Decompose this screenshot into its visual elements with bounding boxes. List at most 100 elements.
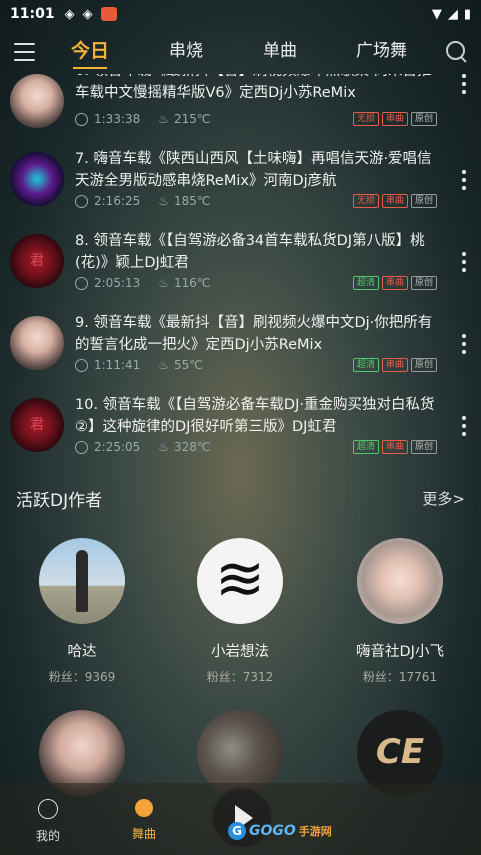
avatar: [357, 538, 443, 624]
song-cover: [10, 152, 64, 206]
avatar: [39, 538, 125, 624]
song-item-10[interactable]: 10. 领音车载《【自驾游必备车载DJ·重金购买独对白私货②】这种旋律的DJ很好…: [0, 388, 481, 464]
avatar: [197, 538, 283, 624]
song-title: 7. 嗨音车载《陕西山西风【土味嗨】再唱信天游·爱唱信天游全男版动感串烧ReMi…: [75, 151, 432, 189]
dj-card-xiaofei[interactable]: 嗨音社DJ小飞 粉丝：17761: [345, 538, 455, 685]
tab-square-dance[interactable]: 广场舞: [356, 36, 446, 69]
status-time: 11:01: [10, 6, 55, 22]
bottom-nav-mine[interactable]: 我的: [18, 799, 78, 844]
badge-original: 原创: [410, 112, 437, 126]
more-options-icon[interactable]: [461, 416, 467, 436]
song-cover: [10, 316, 64, 370]
song-title: 10. 领音车载《【自驾游必备车载DJ·重金购买独对白私货②】这种旋律的DJ很好…: [75, 397, 435, 435]
bottom-nav-label: 舞曲: [131, 827, 156, 841]
song-item-7[interactable]: 7. 嗨音车载《陕西山西风【土味嗨】再唱信天游·爱唱信天游全男版动感串烧ReMi…: [0, 142, 481, 224]
song-duration: 2:16:25: [94, 194, 141, 208]
bottom-nav-label: 我的: [35, 829, 60, 843]
song-heat: 215℃: [174, 112, 211, 126]
badge-original: 原创: [410, 440, 437, 454]
song-cover: [10, 74, 64, 128]
song-heat: 185℃: [174, 194, 211, 208]
badge-lossless: 无损: [352, 112, 379, 126]
song-duration: 1:11:41: [94, 358, 141, 372]
camera-app-icon: [100, 7, 117, 21]
song-duration: 1:33:38: [94, 112, 141, 126]
clock-icon: [75, 194, 88, 208]
clock-icon: [75, 358, 88, 372]
tab-today[interactable]: 今日: [71, 36, 169, 69]
top-nav: 今日 串烧 单曲 广场舞: [0, 30, 481, 74]
dj-fans: 粉丝：7312: [206, 670, 274, 684]
signal-icon: ◢: [447, 6, 458, 22]
song-badges: 超清 串曲 原创: [352, 440, 437, 454]
more-options-icon[interactable]: [461, 74, 467, 94]
more-options-icon[interactable]: [461, 252, 467, 272]
badge-medley: 串曲: [381, 276, 408, 290]
song-title: 8. 领音车载《【自驾游必备34首车载私货DJ第八版】桃(花)》颖上DJ虹君: [75, 233, 425, 271]
dj-card-hada[interactable]: 哈达 粉丝：9369: [27, 538, 137, 685]
watermark-logo-icon: G: [228, 822, 246, 840]
dj-fans: 粉丝：17761: [362, 670, 438, 684]
section-title: 活跃DJ作者: [16, 491, 103, 511]
song-title: 6. 领音车载《最新抖【音】刷视频爆车然歌集·尚未首推车载中文慢摇精华版V6》定…: [75, 74, 432, 101]
song-badges: 无损 串曲 原创: [352, 194, 437, 208]
clock-icon: [75, 112, 88, 126]
disc-icon: [135, 799, 153, 817]
badge-medley: 串曲: [381, 112, 408, 126]
badge-original: 原创: [410, 358, 437, 372]
smile-icon: [38, 799, 58, 819]
song-heat: 55℃: [174, 358, 203, 372]
song-cover: [10, 398, 64, 452]
song-item-6[interactable]: 6. 领音车载《最新抖【音】刷视频爆车然歌集·尚未首推车载中文慢摇精华版V6》定…: [0, 74, 481, 142]
song-badges: 无损 串曲 原创: [352, 112, 437, 126]
dj-name: 小岩想法: [211, 644, 269, 660]
wifi-icon: ▼: [431, 6, 442, 22]
app-notification-icon: ◈: [64, 6, 75, 22]
more-options-icon[interactable]: [461, 170, 467, 190]
more-options-icon[interactable]: [461, 334, 467, 354]
badge-hd: 超清: [352, 358, 379, 372]
song-item-8[interactable]: 8. 领音车载《【自驾游必备34首车载私货DJ第八版】桃(花)》颖上DJ虹君 2…: [0, 224, 481, 306]
bottom-nav-dance[interactable]: 舞曲: [114, 799, 174, 842]
clock-icon: [75, 276, 88, 290]
dj-card-xiaoyan[interactable]: 小岩想法 粉丝：7312: [185, 538, 295, 685]
clock-icon: [75, 440, 88, 454]
song-heat: 328℃: [174, 440, 211, 454]
song-cover: [10, 234, 64, 288]
dj-fans: 粉丝：9369: [48, 670, 116, 684]
badge-medley: 串曲: [381, 194, 408, 208]
tab-medley[interactable]: 串烧: [169, 36, 263, 69]
flame-icon: ♨: [158, 276, 170, 290]
song-item-9[interactable]: 9. 领音车载《最新抖【音】刷视频火爆中文Dj·你把所有的誓言化成一把火》定西D…: [0, 306, 481, 388]
song-badges: 超清 串曲 原创: [352, 358, 437, 372]
battery-icon: ▮: [463, 6, 471, 22]
flame-icon: ♨: [158, 358, 170, 372]
badge-medley: 串曲: [381, 440, 408, 454]
badge-lossless: 无损: [352, 194, 379, 208]
flame-icon: ♨: [158, 194, 170, 208]
watermark: G GOGO 手游网: [228, 822, 332, 840]
song-heat: 116℃: [174, 276, 211, 290]
search-icon[interactable]: [446, 41, 467, 63]
badge-hd: 超清: [352, 276, 379, 290]
song-meta: 1:33:38 ♨ 215℃: [75, 112, 210, 126]
song-badges: 超清 串曲 原创: [352, 276, 437, 290]
flame-icon: ♨: [158, 440, 170, 454]
tab-bar: 今日 串烧 单曲 广场舞: [71, 36, 446, 69]
tab-single[interactable]: 单曲: [263, 36, 356, 69]
app-notification-icon-2: ◈: [82, 6, 93, 22]
badge-hd: 超清: [352, 440, 379, 454]
song-meta: 2:05:13 ♨ 116℃: [75, 276, 210, 290]
dj-name: 嗨音社DJ小飞: [356, 644, 444, 660]
menu-icon[interactable]: [14, 43, 35, 61]
badge-original: 原创: [410, 276, 437, 290]
watermark-suffix: 手游网: [298, 825, 332, 838]
dj-section-header: 活跃DJ作者 更多>: [16, 486, 465, 511]
more-link[interactable]: 更多>: [422, 488, 465, 509]
song-meta: 1:11:41 ♨ 55℃: [75, 358, 203, 372]
badge-medley: 串曲: [381, 358, 408, 372]
status-bar: 11:01 ◈ ◈ ▼ ◢ ▮: [0, 0, 481, 28]
song-meta: 2:25:05 ♨ 328℃: [75, 440, 210, 454]
song-duration: 2:05:13: [94, 276, 141, 290]
song-meta: 2:16:25 ♨ 185℃: [75, 194, 210, 208]
